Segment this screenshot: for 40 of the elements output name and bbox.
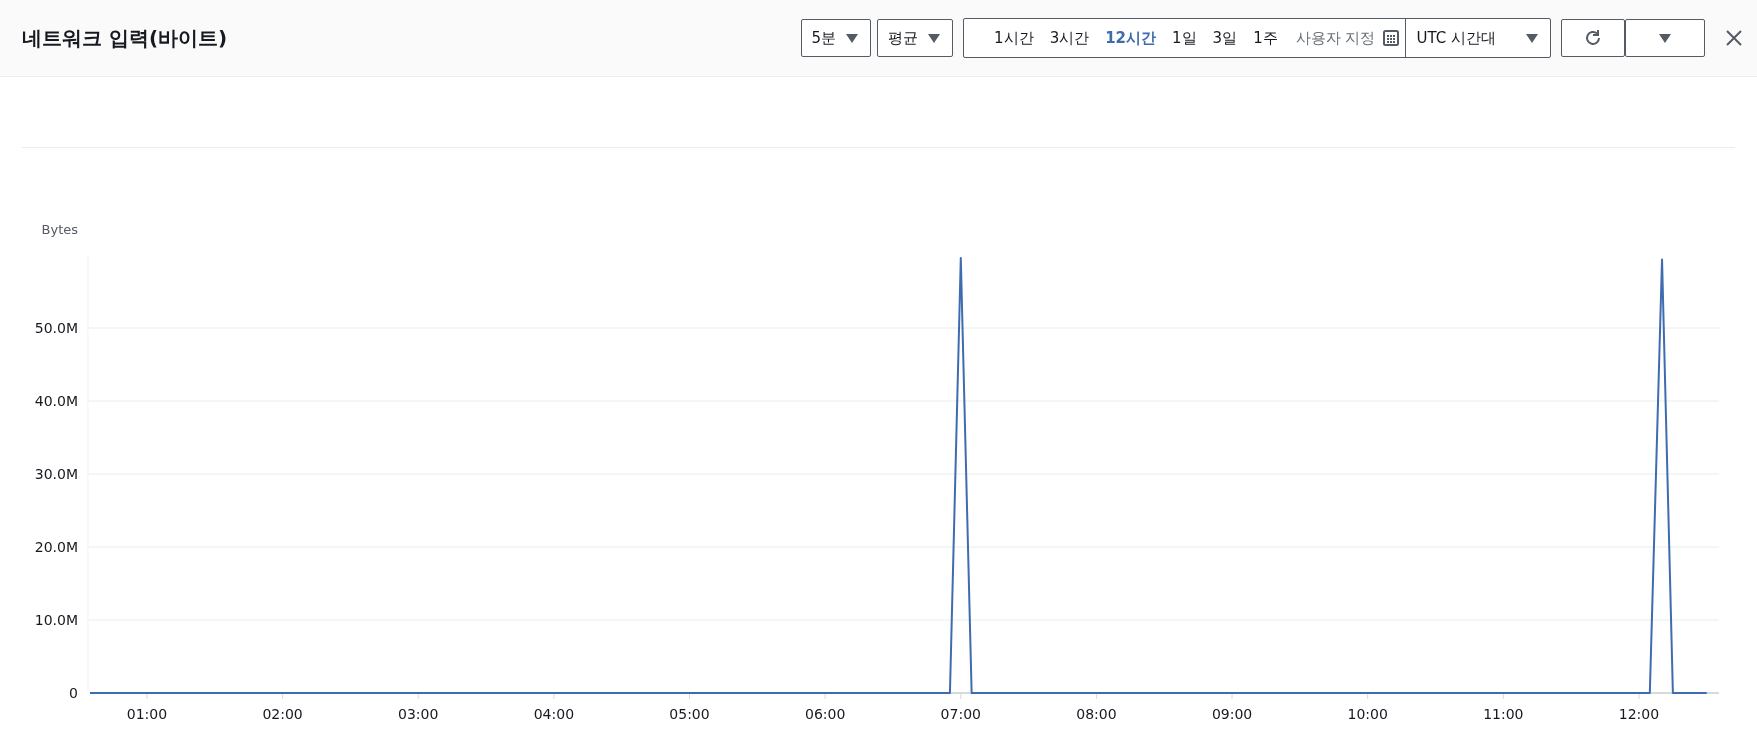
y-tick-label: 40.0M	[34, 393, 78, 409]
y-axis-label: Bytes	[41, 222, 78, 237]
caret-icon	[1659, 33, 1671, 43]
time-range-tab[interactable]: 1시간	[986, 19, 1042, 57]
x-tick-label: 02:00	[262, 706, 303, 722]
x-tick-label: 04:00	[533, 706, 575, 722]
refresh-button[interactable]	[1561, 19, 1625, 57]
x-tick-label: 07:00	[940, 706, 981, 722]
period-dropdown[interactable]: 5분	[800, 19, 872, 57]
caret-icon	[928, 33, 941, 43]
x-tick-label: 03:00	[398, 706, 439, 722]
x-tick-label: 10:00	[1347, 706, 1388, 722]
x-tick-label: 12:00	[1618, 706, 1660, 722]
time-range-tab[interactable]: 12시간	[1097, 19, 1165, 57]
time-range-tab[interactable]: 3일	[1204, 19, 1246, 57]
caret-icon	[846, 33, 859, 43]
y-tick-label: 20.0M	[34, 539, 78, 555]
more-options-button[interactable]	[1625, 19, 1705, 57]
y-tick-label: 0	[69, 685, 78, 701]
statistic-dropdown[interactable]: 평균	[877, 19, 954, 57]
custom-range-button[interactable]: 사용자 지정	[1285, 19, 1406, 57]
y-tick-label: 50.0M	[34, 320, 78, 336]
close-button[interactable]	[1725, 29, 1743, 47]
time-range-tab[interactable]: 1주	[1245, 19, 1286, 57]
x-tick-label: 05:00	[669, 706, 710, 722]
calendar-icon	[1383, 30, 1400, 46]
x-tick-label: 09:00	[1211, 706, 1253, 722]
x-tick-label: 11:00	[1483, 706, 1524, 722]
time-range-tab[interactable]: 3시간	[1041, 19, 1098, 57]
close-icon	[1725, 29, 1743, 47]
window-title: 네트워크 입력(바이트)	[22, 24, 229, 52]
caret-icon	[1526, 33, 1538, 43]
y-tick-label: 10.0M	[34, 612, 78, 628]
refresh-icon	[1583, 28, 1603, 48]
x-tick-label: 08:00	[1076, 706, 1117, 722]
x-tick-label: 06:00	[804, 706, 846, 722]
timezone-dropdown[interactable]: UTC 시간대	[1405, 19, 1550, 57]
y-tick-label: 30.0M	[34, 466, 78, 482]
time-range-tab[interactable]: 1일	[1164, 19, 1205, 57]
x-tick-label: 01:00	[126, 706, 168, 722]
